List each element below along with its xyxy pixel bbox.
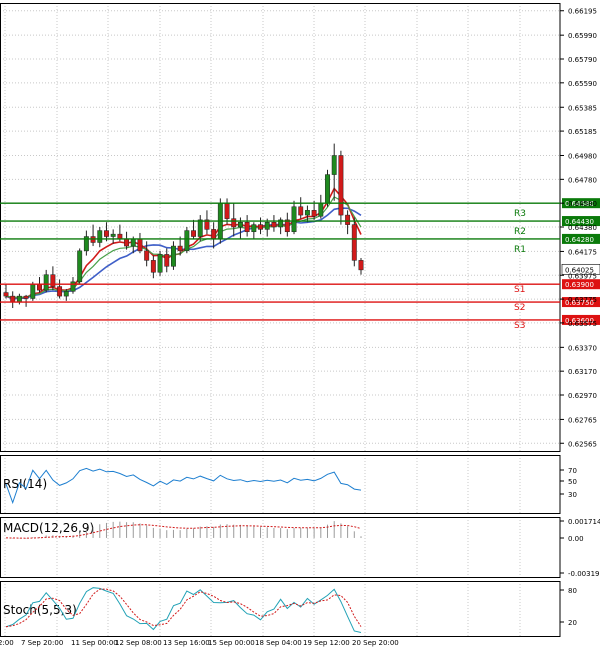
forex-chart-window[interactable]: R3 0.64580 R2 0.64430 R1 0.64280 S1 0.63900 S2 0.…	[0, 0, 600, 653]
candle-body	[251, 224, 257, 233]
ind-tick-label: 20	[568, 619, 577, 627]
candle-body	[3, 292, 9, 297]
time-label: 15 Sep 00:00	[208, 639, 255, 647]
candle-body	[304, 210, 310, 216]
candle-body	[157, 254, 163, 273]
candle-body	[97, 230, 103, 243]
candle-body	[110, 233, 116, 237]
indicator-name-2: Stoch(5,5,3)	[3, 603, 77, 617]
ind-tick-label: 0.00	[568, 535, 584, 543]
candle-body	[244, 221, 250, 233]
indicator-name-1: MACD(12,26,9)	[3, 521, 94, 535]
level-label-s1: S1	[514, 285, 525, 295]
time-label: 7 Sep 20:00	[21, 639, 63, 647]
level-tag-s1: 0.63900	[565, 281, 594, 289]
candle-body	[171, 245, 176, 267]
candle-body	[197, 219, 203, 237]
level-label-r3: R3	[514, 209, 526, 219]
price-tick-label: 0.65185	[568, 128, 597, 136]
candle-body	[77, 250, 83, 283]
time-label: 2:00	[0, 639, 14, 647]
candle-body	[137, 238, 143, 252]
candle-body	[104, 230, 109, 237]
level-label-s2: S2	[514, 303, 525, 313]
price-tick-label: 0.62565	[568, 440, 597, 448]
candle-body	[258, 224, 263, 230]
ind-tick-label: 30	[568, 491, 577, 499]
candle-body	[338, 155, 344, 216]
candle-body	[358, 260, 364, 271]
price-tick-label: 0.63575	[568, 320, 597, 328]
candle-body	[43, 274, 49, 291]
candle-body	[291, 206, 297, 233]
price-tick-label: 0.63775	[568, 296, 597, 304]
ind-tick-label: -0.003195	[568, 570, 600, 578]
price-tick-label: 0.62765	[568, 416, 597, 424]
time-label: 19 Sep 12:00	[303, 639, 350, 647]
price-tick-label: 0.65590	[568, 80, 597, 88]
price-tick-label: 0.63170	[568, 368, 597, 376]
candle-body	[10, 295, 16, 303]
candle-body	[271, 221, 277, 228]
candle-body	[63, 291, 69, 297]
ind-tick-label: 0.001714	[568, 518, 600, 526]
candle-body	[23, 295, 29, 299]
indicator-name-0: RSI(14)	[3, 477, 47, 491]
ind-tick-label: 80	[568, 587, 577, 595]
time-label: 18 Sep 04:00	[255, 639, 302, 647]
candle-body	[231, 218, 237, 228]
candle-body	[150, 260, 156, 273]
candle-body	[177, 245, 183, 252]
price-tick-label: 0.63370	[568, 344, 597, 352]
price-tick-label: 0.65385	[568, 104, 597, 112]
time-label: 11 Sep 00:00	[71, 639, 118, 647]
time-axis: 2:00 7 Sep 20:00 11 Sep 00:0012 Sep 08:00 1…	[0, 639, 399, 647]
candle-body	[164, 254, 170, 267]
time-label: 12 Sep 08:00	[115, 639, 162, 647]
candle-body	[298, 206, 304, 216]
candle-body	[37, 283, 42, 291]
price-tick-label: 0.64780	[568, 176, 597, 184]
candle-body	[224, 202, 230, 219]
price-tick-label: 0.65990	[568, 32, 597, 40]
candle-body	[211, 229, 217, 240]
candle-body	[345, 214, 351, 225]
candle-body	[70, 281, 76, 292]
ind-tick-label: 50	[568, 478, 577, 486]
candle-body	[311, 210, 317, 217]
candle-body	[144, 250, 150, 261]
price-tick-label: 0.64980	[568, 153, 597, 161]
time-label: 20 Sep 20:00	[352, 639, 399, 647]
level-tag-r1: 0.64280	[565, 236, 594, 244]
ind-tick-label: 70	[568, 467, 577, 475]
candle-body	[57, 286, 63, 297]
price-tick-label: 0.63975	[568, 272, 597, 280]
price-tick-label: 0.65790	[568, 56, 597, 64]
candle-body	[30, 283, 36, 299]
price-tick-label: 0.66195	[568, 8, 597, 16]
candle-body	[331, 155, 337, 175]
price-tick-label: 0.62970	[568, 392, 597, 400]
level-label-s3: S3	[514, 321, 525, 331]
candle-body	[124, 238, 130, 247]
candle-body	[351, 224, 357, 261]
chart-canvas[interactable]: R30.64580R20.64430R10.64280S1 0.63900S2 0.…	[0, 0, 600, 653]
level-label-r2: R2	[514, 227, 526, 237]
price-tick-label: 0.64580	[568, 200, 597, 208]
price-tick-label: 0.64380	[568, 224, 597, 232]
candle-body	[318, 202, 324, 217]
candle-body	[191, 230, 196, 237]
candle-body	[237, 221, 243, 228]
candle-body	[117, 233, 123, 240]
price-tick-label: 0.64175	[568, 248, 597, 256]
candle-body	[184, 230, 190, 252]
level-label-r1: R1	[514, 245, 526, 255]
candle-body	[264, 221, 270, 230]
candle-body	[16, 295, 22, 303]
time-label: 13 Sep 16:00	[163, 639, 210, 647]
candle-body	[130, 238, 136, 247]
candle-body	[325, 174, 330, 204]
